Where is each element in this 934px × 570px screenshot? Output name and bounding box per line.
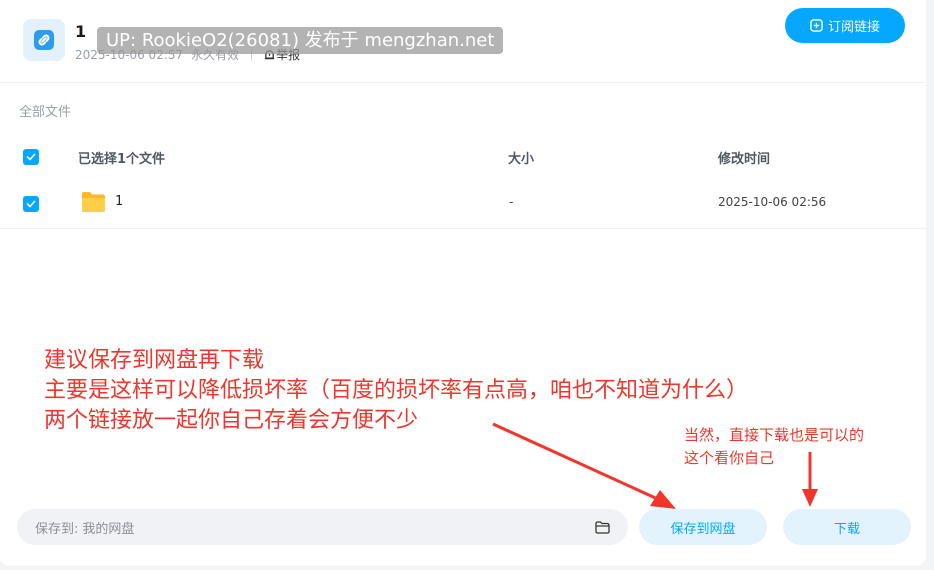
folder-icon [82, 192, 105, 212]
column-header-size[interactable]: 大小 [508, 148, 534, 167]
share-page-card: 1 2025-10-06 02:57 永久有效 举报 UP: RookieO2(… [0, 0, 926, 566]
row-divider [0, 228, 926, 229]
annotation-main: 建议保存到网盘再下载 主要是这样可以降低损坏率（百度的损坏率有点高，咱也不知道为… [44, 346, 748, 436]
annotation-arrows [492, 422, 818, 509]
annotation-line: 建议保存到网盘再下载 [44, 348, 265, 373]
share-title: 1 [75, 22, 87, 41]
annotation-line: 主要是这样可以降低损坏率（百度的损坏率有点高，咱也不知道为什么） [44, 378, 749, 403]
column-header-name: 已选择1个文件 [78, 152, 166, 167]
select-all-checkbox[interactable] [23, 149, 39, 165]
watermark-overlay: UP: RookieO2(26081) 发布于 mengzhan.net [97, 27, 504, 54]
annotation-side: 当然，直接下载也是可以的 这个看你自己 [684, 424, 864, 470]
link-file-icon [23, 19, 65, 61]
arrow-to-save-button [492, 422, 676, 509]
annotation-line: 这个看你自己 [684, 449, 775, 467]
column-header-modified[interactable]: 修改时间 [718, 148, 770, 167]
breadcrumb-all-files[interactable]: 全部文件 [19, 101, 71, 120]
check-icon [26, 200, 36, 208]
folder-outline-icon[interactable] [595, 520, 610, 534]
download-button[interactable]: 下载 [783, 509, 911, 545]
annotation-line: 当然，直接下载也是可以的 [684, 426, 865, 444]
save-to-netdisk-button[interactable]: 保存到网盘 [639, 509, 767, 545]
check-icon [26, 153, 36, 161]
header-divider [0, 82, 926, 83]
row-checkbox[interactable] [23, 196, 39, 212]
plus-square-icon [810, 19, 823, 32]
subscribe-link-button[interactable]: 订阅链接 [785, 8, 905, 43]
row-file-name[interactable]: 1 [115, 194, 123, 209]
annotation-line: 两个链接放一起你自己存着会方便不少 [44, 408, 419, 433]
save-path-value: 我的网盘 [82, 521, 135, 537]
row-modified-time: 2025-10-06 02:56 [718, 195, 827, 209]
subscribe-label: 订阅链接 [827, 20, 880, 35]
row-file-size: - [509, 195, 514, 209]
save-path-label: 保存到: [35, 521, 79, 537]
save-path-selector[interactable]: 保存到: 我的网盘 [17, 509, 628, 545]
